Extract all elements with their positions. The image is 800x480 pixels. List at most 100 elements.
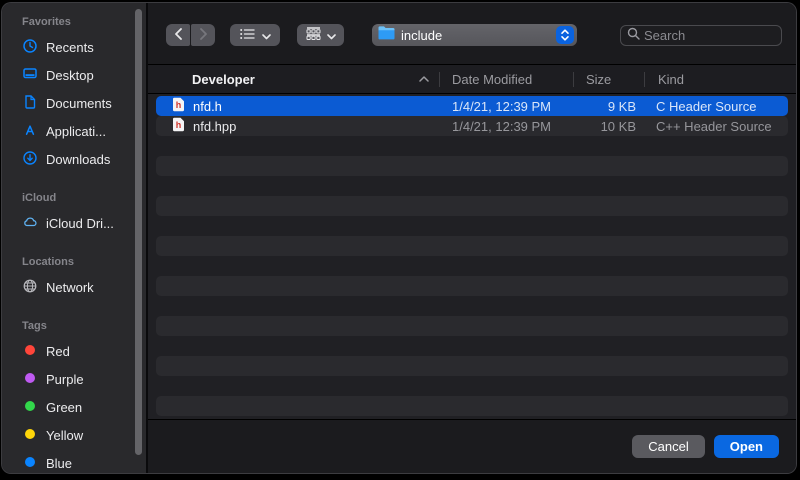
appstore-icon [22, 122, 38, 141]
sidebar-item-label: Yellow [46, 428, 83, 443]
file-name: nfd.h [193, 99, 222, 114]
empty-row [148, 156, 796, 176]
search-input[interactable] [644, 28, 764, 43]
h-header-file-icon: h [172, 117, 185, 135]
file-size: 10 KB [572, 119, 642, 134]
column-label: Kind [658, 72, 684, 87]
list-view-button[interactable] [230, 24, 280, 46]
location-label: include [401, 28, 442, 43]
sidebar-item-label: Documents [46, 96, 112, 111]
sidebar-section-favorites: Favorites [22, 13, 146, 31]
sidebar-section-tags: Tags [22, 317, 146, 335]
file-kind: C++ Header Source [642, 119, 796, 134]
group-view-button[interactable] [297, 24, 344, 46]
empty-row [148, 356, 796, 376]
sidebar-item-label: Purple [46, 372, 84, 387]
sidebar-item-desktop[interactable]: Desktop [2, 61, 146, 89]
sidebar-item-tag-blue[interactable]: Blue [2, 449, 146, 474]
popup-stepper-icon [556, 26, 574, 44]
empty-row [148, 256, 796, 276]
file-name: nfd.hpp [193, 119, 236, 134]
sidebar-item-label: Desktop [46, 68, 94, 83]
sidebar-item-label: Recents [46, 40, 94, 55]
tag-dot-green-icon [22, 398, 38, 417]
sidebar-item-tag-red[interactable]: Red [2, 337, 146, 365]
empty-row [148, 316, 796, 336]
main-area: include Developer Date Modified Size [148, 3, 796, 473]
empty-row [148, 376, 796, 396]
sidebar-item-icloud-drive[interactable]: iCloud Dri... [2, 209, 146, 237]
sidebar-item-label: Blue [46, 456, 72, 471]
column-header-size[interactable]: Size [574, 72, 644, 87]
cloud-icon [22, 214, 38, 233]
clock-icon [22, 38, 38, 57]
sidebar: Favorites Recents Desktop Documents Appl… [2, 3, 146, 473]
file-list: h nfd.h 1/4/21, 12:39 PM 9 KB C Header S… [148, 96, 796, 421]
empty-row [148, 296, 796, 316]
empty-row [148, 276, 796, 296]
document-icon [22, 94, 38, 113]
globe-icon [22, 278, 38, 297]
search-field[interactable] [620, 25, 782, 46]
svg-text:h: h [176, 120, 182, 130]
open-file-dialog: Favorites Recents Desktop Documents Appl… [1, 2, 797, 474]
chevron-right-icon [199, 28, 208, 43]
sidebar-item-recents[interactable]: Recents [2, 33, 146, 61]
sidebar-item-network[interactable]: Network [2, 273, 146, 301]
sidebar-scrollbar[interactable] [135, 9, 142, 455]
sidebar-item-label: Applicati... [46, 124, 106, 139]
column-label: Date Modified [452, 72, 532, 87]
column-header-kind[interactable]: Kind [645, 72, 796, 87]
empty-row [148, 176, 796, 196]
chevron-left-icon [174, 28, 183, 43]
empty-row [148, 196, 796, 216]
sidebar-item-label: Network [46, 280, 94, 295]
group-view-icon [306, 27, 321, 43]
file-date-modified: 1/4/21, 12:39 PM [439, 119, 572, 134]
forward-button[interactable] [191, 24, 215, 46]
column-label: Developer [192, 72, 255, 87]
empty-row [148, 216, 796, 236]
sidebar-item-label: Red [46, 344, 70, 359]
sidebar-item-tag-yellow[interactable]: Yellow [2, 421, 146, 449]
desktop-icon [22, 66, 38, 85]
column-header-date-modified[interactable]: Date Modified [440, 72, 573, 87]
sidebar-item-tag-purple[interactable]: Purple [2, 365, 146, 393]
sidebar-item-label: iCloud Dri... [46, 216, 114, 231]
file-row-nfd-h[interactable]: h nfd.h 1/4/21, 12:39 PM 9 KB C Header S… [148, 96, 796, 116]
sort-ascending-icon [419, 76, 429, 82]
chevron-down-icon [327, 28, 336, 43]
sidebar-section-locations: Locations [22, 253, 146, 271]
empty-row [148, 336, 796, 356]
column-header-name[interactable]: Developer [148, 72, 439, 87]
cancel-button[interactable]: Cancel [632, 435, 704, 458]
file-row-nfd-hpp[interactable]: h nfd.hpp 1/4/21, 12:39 PM 10 KB C++ Hea… [148, 116, 796, 136]
tag-dot-purple-icon [22, 370, 38, 389]
downloads-icon [22, 150, 38, 169]
folder-icon [378, 26, 395, 45]
h-header-file-icon: h [172, 97, 185, 115]
chevron-down-icon [262, 28, 271, 43]
svg-text:h: h [176, 100, 182, 110]
sidebar-item-tag-green[interactable]: Green [2, 393, 146, 421]
sidebar-item-applications[interactable]: Applicati... [2, 117, 146, 145]
empty-row [148, 396, 796, 416]
sidebar-item-documents[interactable]: Documents [2, 89, 146, 117]
location-popup[interactable]: include [372, 24, 577, 46]
tag-dot-yellow-icon [22, 426, 38, 445]
toolbar: include [148, 3, 796, 64]
dialog-footer: Cancel Open [148, 419, 796, 473]
open-button[interactable]: Open [714, 435, 779, 458]
file-kind: C Header Source [642, 99, 796, 114]
list-view-icon [240, 28, 255, 43]
back-button[interactable] [166, 24, 190, 46]
empty-row [148, 136, 796, 156]
tag-dot-blue-icon [22, 454, 38, 473]
sidebar-item-label: Green [46, 400, 82, 415]
tag-dot-red-icon [22, 342, 38, 361]
search-icon [627, 27, 640, 45]
sidebar-item-downloads[interactable]: Downloads [2, 145, 146, 173]
sidebar-section-icloud: iCloud [22, 189, 146, 207]
file-size: 9 KB [572, 99, 642, 114]
table-header: Developer Date Modified Size Kind [148, 64, 796, 94]
